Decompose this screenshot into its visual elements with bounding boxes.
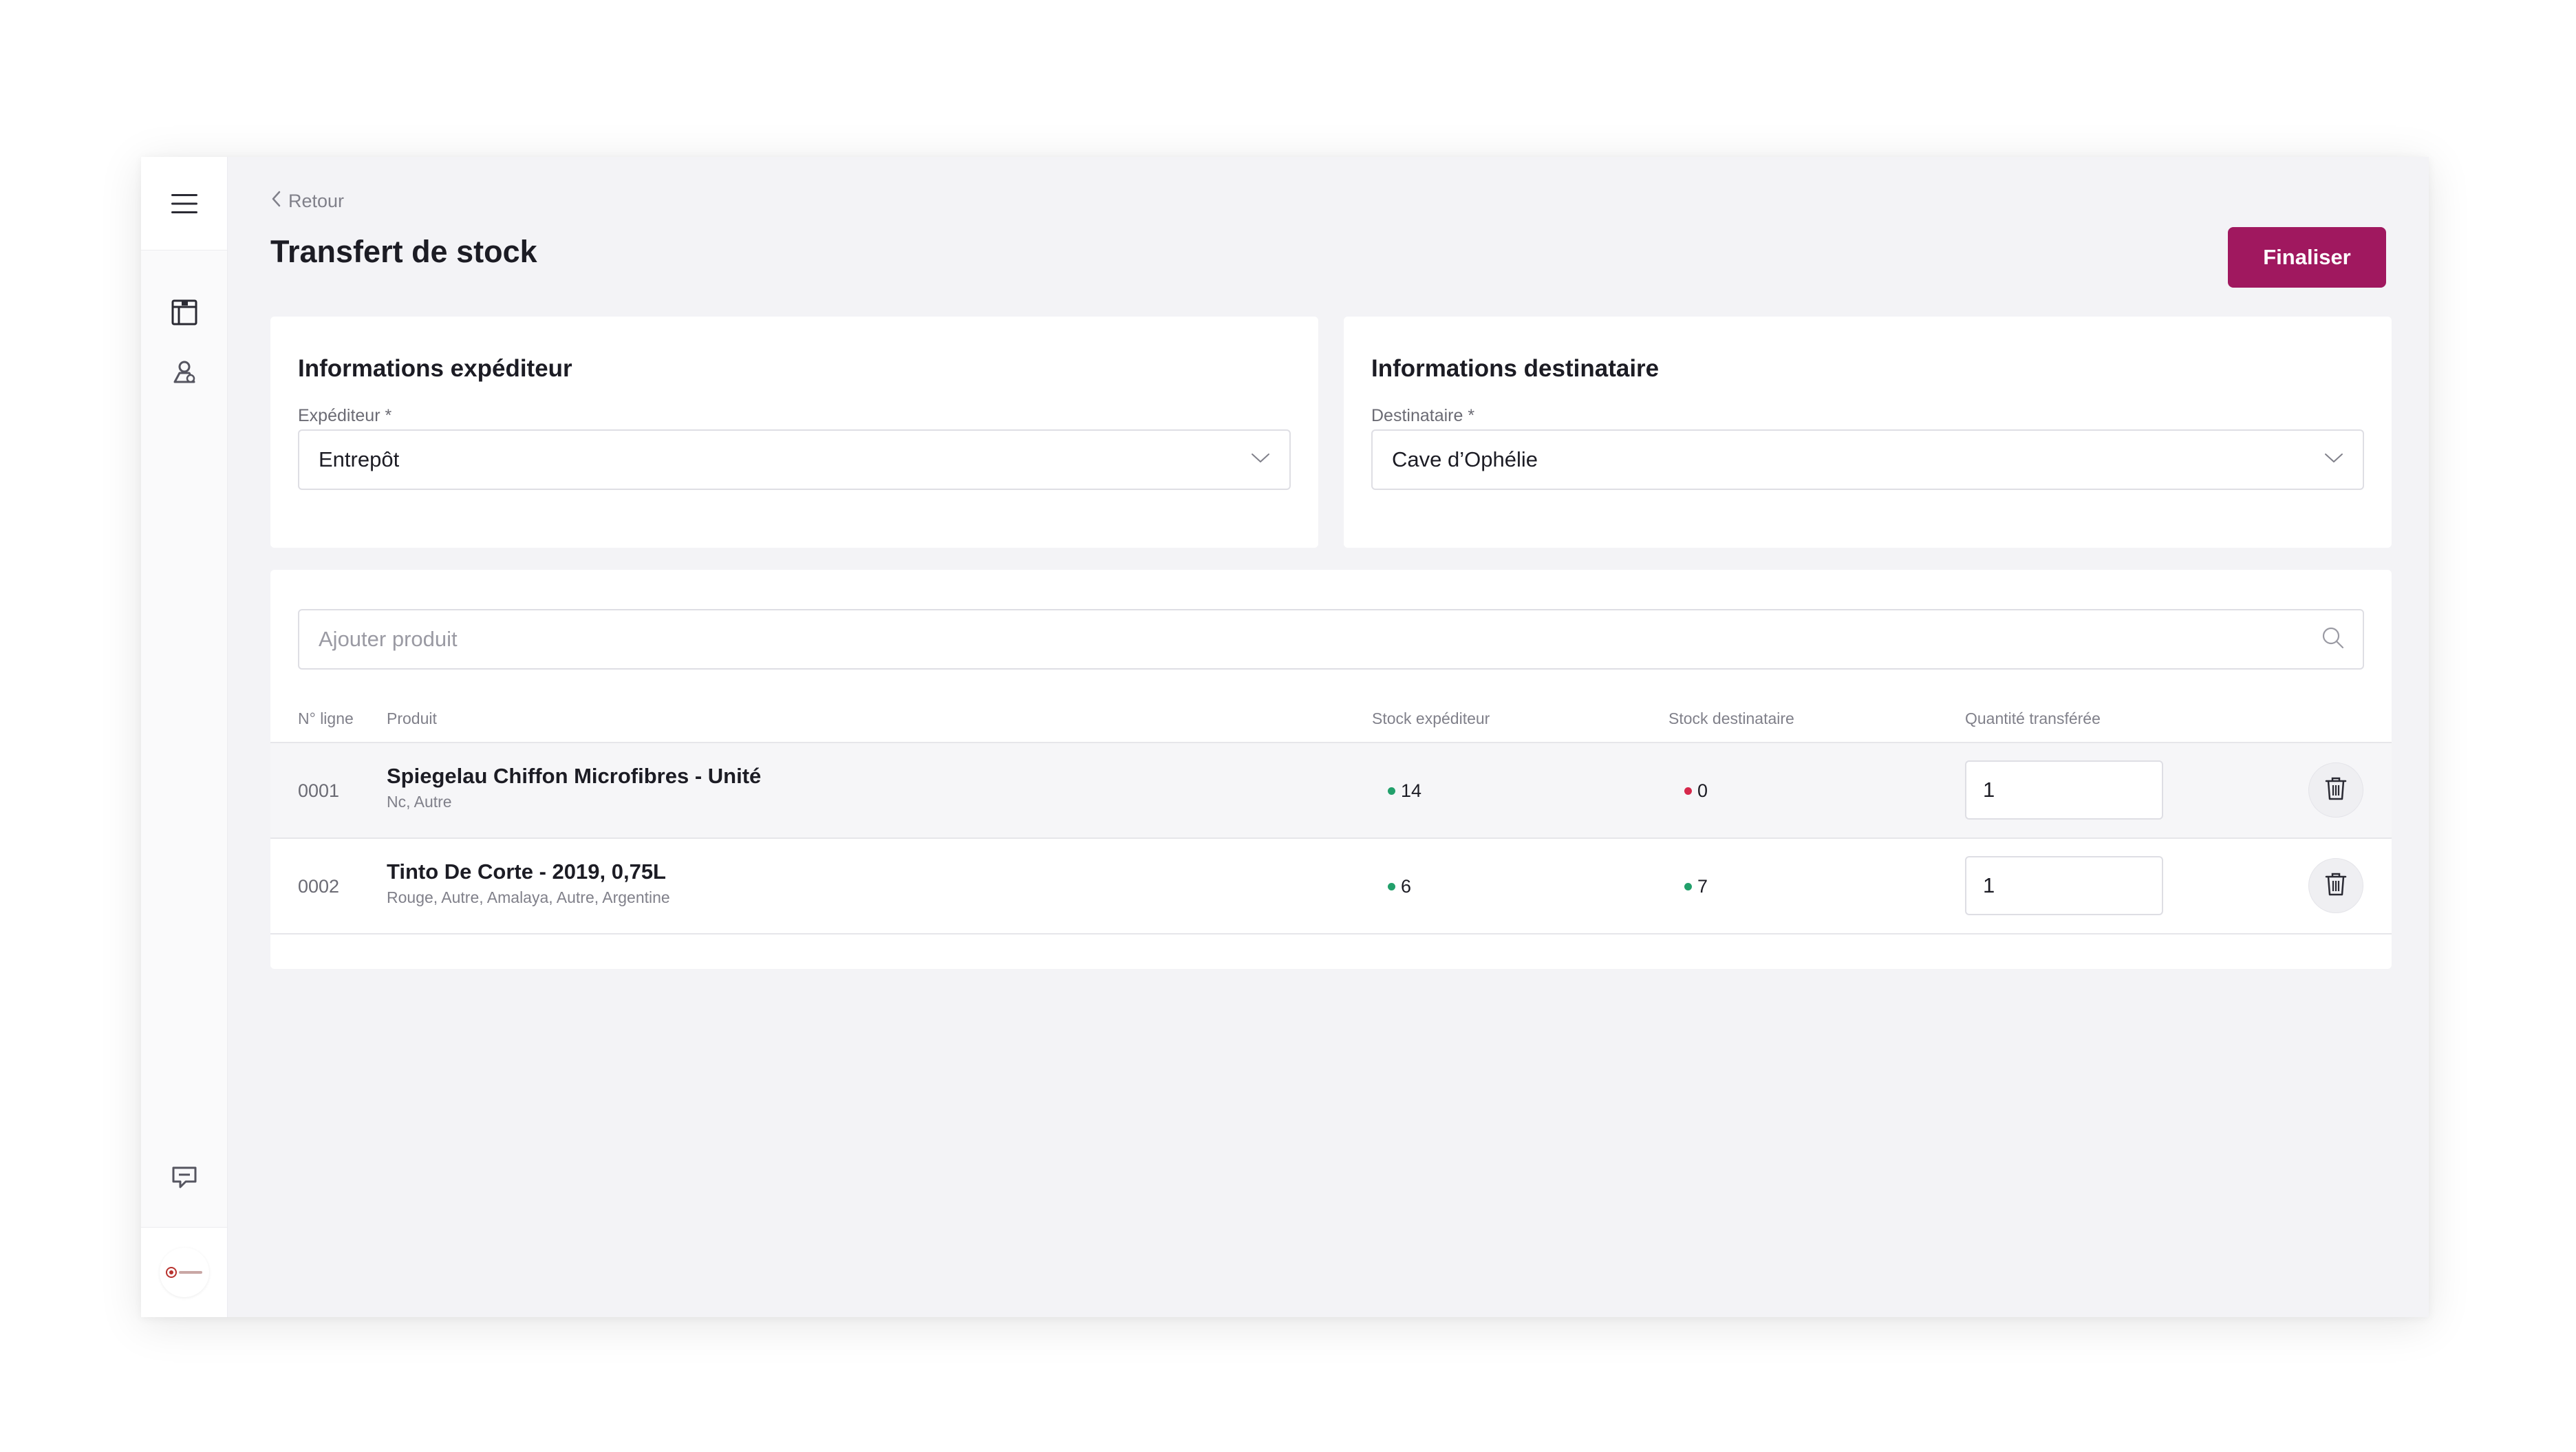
finalize-button[interactable]: Finaliser [2228,227,2386,288]
products-table: N° ligne Produit Stock expéditeur Stock … [270,692,2392,935]
quantity-input[interactable] [1965,760,2163,820]
column-header-stock-recipient: Stock destinataire [1668,709,1794,727]
product-cell: Spiegelau Chiffon Microfibres - Unité Nc… [387,764,761,811]
product-name: Tinto De Corte - 2019, 0,75L [387,860,666,884]
stock-status-dot [1684,883,1692,890]
stock-status-dot [1388,787,1395,795]
column-header-line: N° ligne [298,709,354,727]
column-header-quantity: Quantité transférée [1965,709,2101,727]
stock-sender: 6 [1388,876,1411,897]
product-search-input[interactable] [317,626,2321,652]
product-cell: Tinto De Corte - 2019, 0,75L Rouge, Autr… [387,860,670,907]
back-label[interactable]: Retour [288,191,344,212]
sidebar-nav [141,284,227,403]
sidebar-item-contacts[interactable] [141,343,227,403]
support-chat-button[interactable] [141,1131,227,1227]
sender-card-title: Informations expéditeur [298,355,572,382]
column-header-stock-sender: Stock expéditeur [1372,709,1490,727]
trash-icon[interactable] [2325,872,2347,900]
recipient-card-title: Informations destinataire [1371,355,1660,382]
sender-select-value: Entrepôt [319,447,400,471]
table-row: 0001 Spiegelau Chiffon Microfibres - Uni… [270,743,2392,839]
search-icon[interactable] [2321,626,2345,653]
delete-row-button[interactable] [2308,858,2363,913]
menu-toggle[interactable] [141,157,227,250]
trash-icon[interactable] [2325,776,2347,804]
table-row: 0002 Tinto De Corte - 2019, 0,75L Rouge,… [270,839,2392,935]
line-number: 0001 [298,780,340,801]
page-title: Transfert de stock [270,234,537,269]
stock-sender-value: 14 [1401,780,1422,801]
chevron-down-icon [1251,453,1270,467]
sender-field-label: Expéditeur * [298,406,392,425]
account-avatar[interactable] [141,1227,227,1317]
contacts-icon[interactable] [171,358,198,389]
stock-recipient: 0 [1684,780,1708,802]
stock-recipient-value: 0 [1697,780,1708,801]
chat-icon[interactable] [171,1165,198,1193]
product-search[interactable] [298,609,2364,670]
delete-row-button[interactable] [2308,762,2363,818]
stock-recipient-value: 7 [1697,876,1708,897]
sender-card: Informations expéditeur Expéditeur * Ent… [270,317,1318,548]
recipient-select[interactable]: Cave d’Ophélie [1371,429,2364,490]
sidebar-bottom [141,1131,227,1317]
table-header: N° ligne Produit Stock expéditeur Stock … [270,692,2392,743]
product-details: Nc, Autre [387,793,452,811]
line-number: 0002 [298,876,340,897]
back-link[interactable]: Retour [270,190,344,213]
app-window: Retour Transfert de stock Finaliser Info… [141,157,2429,1317]
recipient-field-label: Destinataire * [1371,406,1475,425]
recipient-card: Informations destinataire Destinataire *… [1344,317,2392,548]
recipient-select-value: Cave d’Ophélie [1392,447,1538,471]
sidebar-item-catalog[interactable] [141,284,227,343]
stock-status-dot [1388,883,1395,890]
logo [159,1248,209,1297]
stock-sender: 14 [1388,780,1421,802]
sender-select[interactable]: Entrepôt [298,429,1291,490]
sidebar [141,157,228,1317]
column-header-product: Produit [387,709,437,727]
hamburger-menu-icon[interactable] [171,193,198,215]
stock-recipient: 7 [1684,876,1708,897]
product-details: Rouge, Autre, Amalaya, Autre, Argentine [387,888,670,906]
product-name: Spiegelau Chiffon Microfibres - Unité [387,764,762,788]
catalog-icon[interactable] [171,299,198,330]
chevron-down-icon [2324,453,2343,467]
chevron-left-icon [270,190,281,213]
stock-sender-value: 6 [1401,876,1412,897]
main-content: Retour Transfert de stock Finaliser Info… [227,157,2429,1317]
quantity-input[interactable] [1965,856,2163,915]
products-card: N° ligne Produit Stock expéditeur Stock … [270,570,2392,969]
stock-status-dot [1684,787,1692,795]
